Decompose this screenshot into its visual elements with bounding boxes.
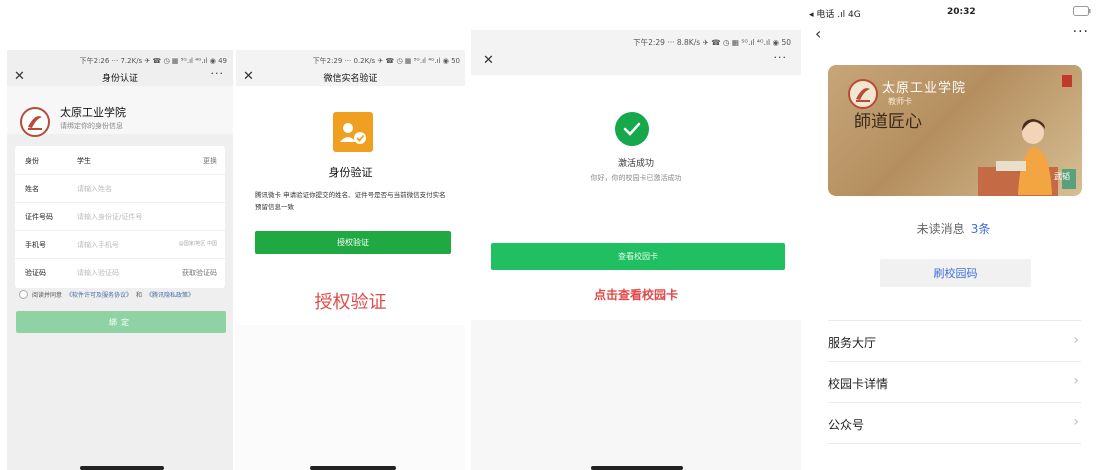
identity-verify-heading: 身份验证 <box>328 166 373 179</box>
more-icon[interactable]: ··· <box>1073 24 1089 40</box>
card-type: 教师卡 <box>888 97 912 106</box>
wechat-verify-screen: 下午2:29 ··· 0.2K/s ✈ ☎ ◷ ▦ ⁵ᴳ.ıl ⁴ᴳ.ıl ◉ … <box>236 50 465 470</box>
close-icon[interactable]: ✕ <box>243 69 254 85</box>
name-input[interactable]: 请输入姓名 <box>77 184 112 194</box>
identity-form: 身份 学生 更换 姓名 请输入姓名 证件号码 请输入身份证/证件号 手机号 请输… <box>15 146 225 288</box>
get-code-button[interactable]: 获取验证码 <box>182 268 217 278</box>
agree-prefix: 阅读并同意 <box>32 292 63 299</box>
more-icon[interactable]: ··· <box>211 67 225 80</box>
annotation-view-card: 点击查看校园卡 <box>593 288 678 302</box>
privacy-link[interactable]: 《腾讯隐私政策》 <box>146 290 194 299</box>
chevron-right-icon: › <box>1073 332 1079 348</box>
row-label: 身份 <box>25 157 39 165</box>
service-menu: 服务大厅 › 校园卡详情 › 公众号 › <box>828 320 1081 444</box>
success-check-icon <box>615 112 649 146</box>
unread-messages[interactable]: 未读消息 3条 <box>806 220 1101 237</box>
school-logo-icon <box>848 79 878 109</box>
card-calligraphy: 師道匠心 <box>854 112 922 132</box>
status-bar: 下午2:26 ··· 7.2K/s ✈ ☎ ◷ ▦ ⁵ᴳ.ıl ⁴ᴳ.ıl ◉ … <box>79 57 227 65</box>
seal-icon <box>1062 75 1072 87</box>
page-title: 身份认证 <box>101 73 138 84</box>
card-school-name: 太原工业学院 <box>882 81 967 96</box>
identity-auth-screen: 下午2:26 ··· 7.2K/s ✈ ☎ ◷ ▦ ⁵ᴳ.ıl ⁴ᴳ.ıl ◉ … <box>7 50 233 470</box>
home-indicator <box>80 466 164 470</box>
menu-item-service-hall[interactable]: 服务大厅 › <box>828 320 1081 362</box>
region-selector[interactable]: @国家/地区 中国 <box>179 240 217 247</box>
clock: 20:32 <box>947 7 976 17</box>
teacher-illustration <box>978 119 1076 196</box>
agree-radio[interactable] <box>19 290 28 299</box>
campus-code-button[interactable]: 刷校园码 <box>880 259 1031 287</box>
verify-description: 腾讯微卡 申请验证你提交的姓名、证件号是否与当前微信支付实名预留信息一致 <box>255 191 446 211</box>
row-label: 验证码 <box>25 269 46 277</box>
campus-card-screen: ◂ 电话 .ıl 4G 20:32 ‹ ··· 太原工业学院 教师卡 師道匠心 … <box>806 0 1101 470</box>
row-id-number: 证件号码 请输入身份证/证件号 <box>15 202 225 231</box>
agree-mid: 和 <box>136 292 143 299</box>
battery-icon <box>1073 6 1091 19</box>
card-holder-name: 武韬 <box>1054 172 1070 181</box>
home-indicator <box>591 466 683 470</box>
bind-hint: 请绑定你的身份信息 <box>60 122 123 130</box>
campus-card[interactable]: 太原工业学院 教师卡 師道匠心 武韬 <box>828 65 1082 196</box>
success-subtitle: 你好，你的校园卡已激活成功 <box>590 174 682 182</box>
nav-bar: ✕ 微信实名验证 <box>236 66 465 88</box>
chevron-right-icon: › <box>1073 373 1079 389</box>
row-code: 验证码 请输入验证码 获取验证码 <box>15 258 225 286</box>
carrier-status: ◂ 电话 .ıl 4G <box>809 10 861 20</box>
agreement: 阅读并同意 《软件许可及服务协议》 和 《腾讯隐私政策》 <box>19 290 194 299</box>
row-label: 证件号码 <box>25 213 53 221</box>
status-bar: 下午2:29 ··· 8.8K/s ✈ ☎ ◷ ▦ ⁵ᴳ.ıl ⁴ᴳ.ıl ◉ … <box>633 38 791 47</box>
id-number-input[interactable]: 请输入身份证/证件号 <box>77 212 142 222</box>
view-card-button[interactable]: 查看校园卡 <box>491 243 785 270</box>
unread-label: 未读消息 <box>916 222 965 236</box>
back-icon[interactable]: ‹ <box>815 24 821 43</box>
row-phone: 手机号 请输入手机号 @国家/地区 中国 <box>15 230 225 259</box>
row-label: 姓名 <box>25 185 39 193</box>
menu-item-official-account[interactable]: 公众号 › <box>828 403 1081 444</box>
blank-area <box>471 320 801 470</box>
chevron-right-icon: › <box>1073 414 1079 430</box>
change-link[interactable]: 更换 <box>203 156 217 166</box>
license-link[interactable]: 《软件许可及服务协议》 <box>66 290 132 299</box>
unread-count: 3条 <box>970 222 991 236</box>
nav-bar: ✕ ··· <box>471 50 801 72</box>
nav-bar: ✕ 身份认证 ··· <box>7 66 233 88</box>
home-indicator <box>310 466 396 470</box>
menu-item-label: 服务大厅 <box>828 336 877 350</box>
row-label: 手机号 <box>25 241 46 249</box>
blank-area <box>236 325 465 470</box>
row-identity[interactable]: 身份 学生 更换 <box>15 146 225 175</box>
school-logo-icon <box>20 107 50 137</box>
menu-item-card-details[interactable]: 校园卡详情 › <box>828 362 1081 403</box>
authorize-button[interactable]: 授权验证 <box>255 231 451 254</box>
menu-item-label: 公众号 <box>828 418 865 432</box>
id-card-icon <box>333 112 373 152</box>
menu-item-label: 校园卡详情 <box>828 377 889 391</box>
success-title: 激活成功 <box>617 159 654 169</box>
bind-button[interactable]: 绑定 <box>16 311 226 333</box>
close-icon[interactable]: ✕ <box>14 69 25 85</box>
more-icon[interactable]: ··· <box>774 51 788 64</box>
annotation-authorize: 授权验证 <box>314 292 387 313</box>
status-bar: 下午2:29 ··· 0.2K/s ✈ ☎ ◷ ▦ ⁵ᴳ.ıl ⁴ᴳ.ıl ◉ … <box>312 57 460 65</box>
activation-success-screen: 下午2:29 ··· 8.8K/s ✈ ☎ ◷ ▦ ⁵ᴳ.ıl ⁴ᴳ.ıl ◉ … <box>471 30 801 470</box>
code-input[interactable]: 请输入验证码 <box>77 268 119 278</box>
identity-value: 学生 <box>77 157 91 165</box>
phone-input[interactable]: 请输入手机号 <box>77 240 119 250</box>
close-icon[interactable]: ✕ <box>483 53 494 69</box>
school-name: 太原工业学院 <box>60 106 126 119</box>
row-name: 姓名 请输入姓名 <box>15 174 225 203</box>
page-title: 微信实名验证 <box>323 73 378 84</box>
